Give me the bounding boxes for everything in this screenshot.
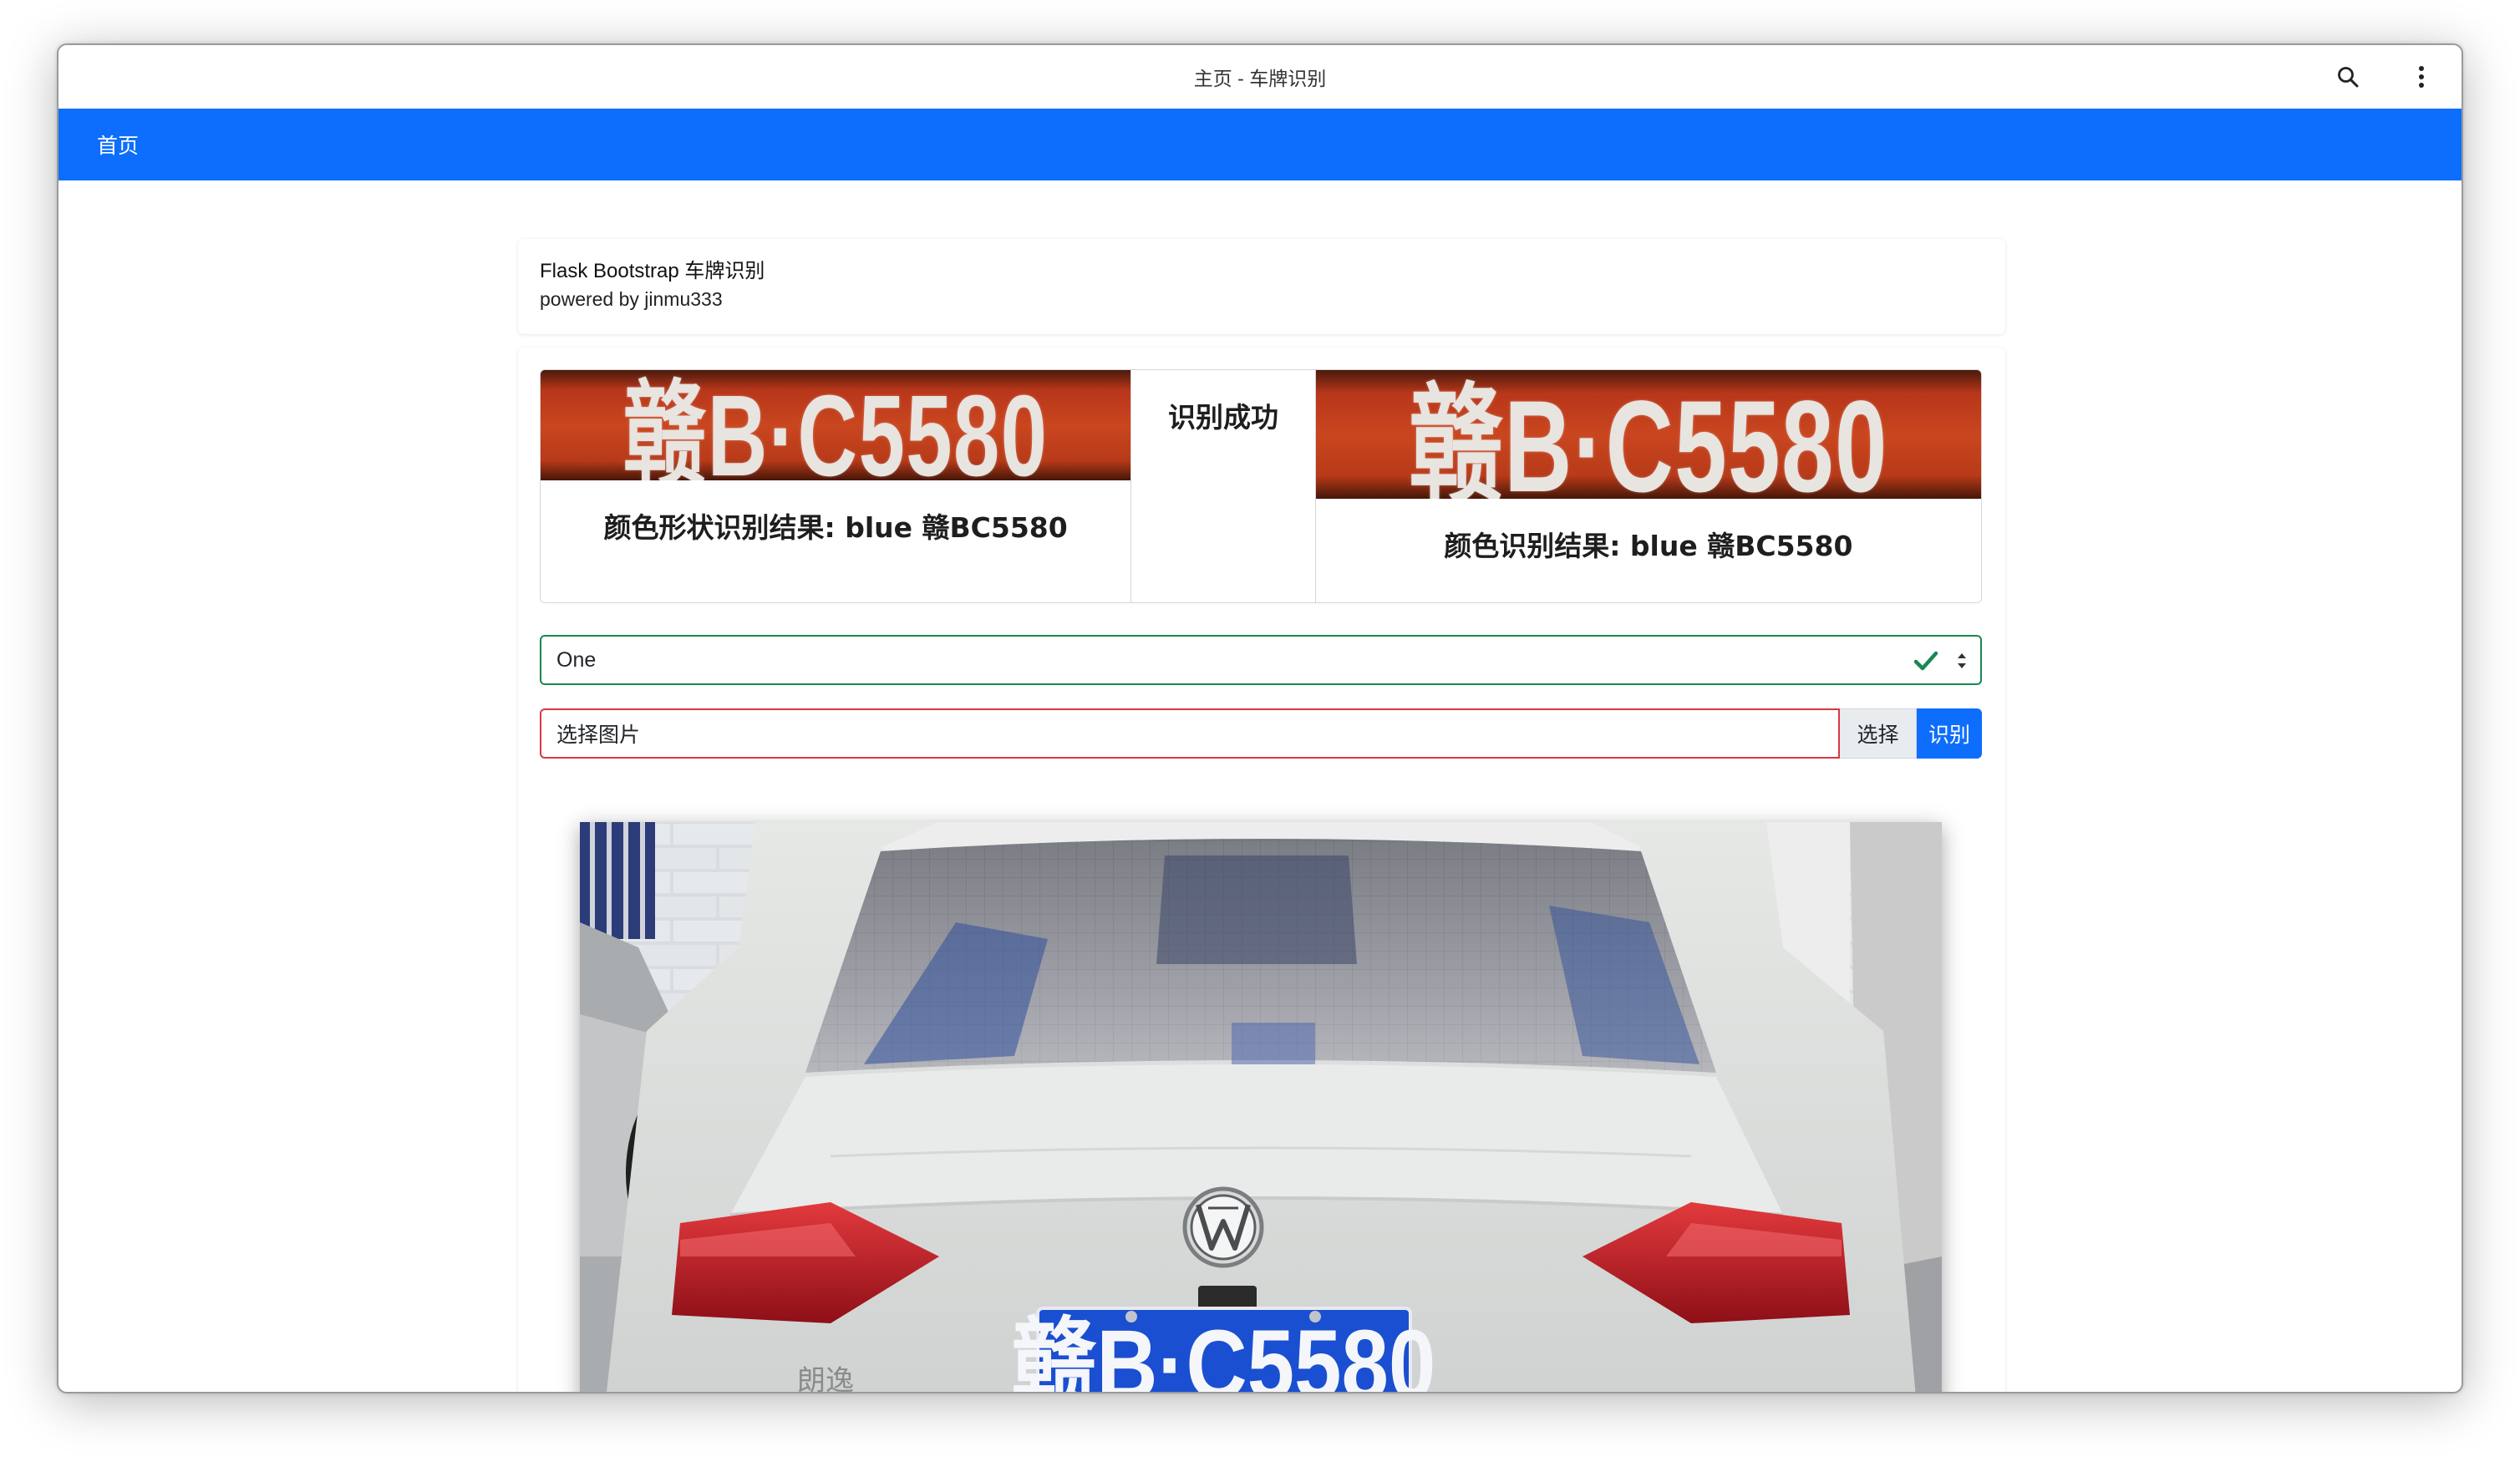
window-title: 主页 - 车牌识别 [1193,68,1327,89]
color-result-card: 赣B·C5580 颜色识别结果: blue 赣BC5580 [1315,370,1981,602]
plate-crop-image-color: 赣B·C5580 [1315,370,1981,499]
recognize-button[interactable]: 识别 [1917,708,1982,759]
search-icon[interactable] [2333,62,2363,92]
shape-result-card: 赣B·C5580 颜色形状识别结果: blue 赣BC5580 [541,370,1132,602]
status-card: 识别成功 [1131,370,1316,602]
plate-crop-image: 赣B·C5580 [541,370,1131,480]
status-label: 识别成功 [1167,401,1278,434]
car-photo: 赣B·C5580 朗逸 [580,822,1942,1393]
page-content: Flask Bootstrap 车牌识别 powered by jinmu333… [58,180,2462,1393]
mode-select[interactable]: One [540,635,1982,685]
header-card: Flask Bootstrap 车牌识别 powered by jinmu333 [518,239,2005,334]
plate-crop-text-color: 赣B·C5580 [1409,374,1888,499]
page-title: Flask Bootstrap 车牌识别 [540,260,765,282]
titlebar-actions [2333,45,2436,109]
rear-badge-text: 朗逸 [797,1364,854,1393]
results-group: 赣B·C5580 颜色形状识别结果: blue 赣BC5580 识别成功 赣B·… [540,369,1982,603]
shape-result-label: 颜色形状识别结果: blue 赣BC5580 [603,511,1068,544]
file-upload-group: 选择图片 选择 识别 [540,708,1982,759]
plate-crop-text: 赣B·C5580 [622,372,1049,480]
navbar: 首页 [58,109,2462,180]
more-vertical-icon[interactable] [2406,62,2436,92]
check-icon [1913,649,1938,678]
browser-window: 主页 - 车牌识别 首页 Flask Bootstrap 车牌识别 powere… [57,43,2463,1393]
select-arrows-icon [1955,650,1969,678]
photo-plate-text: 赣B·C5580 [1012,1310,1436,1393]
main-card: 赣B·C5580 颜色形状识别结果: blue 赣BC5580 识别成功 赣B·… [518,348,2005,1393]
title-bar: 主页 - 车牌识别 [58,45,2462,109]
vw-logo-icon [1182,1186,1264,1268]
nav-home-link[interactable]: 首页 [97,129,139,160]
choose-button[interactable]: 选择 [1840,708,1917,759]
file-input[interactable]: 选择图片 [540,708,1840,759]
color-result-label: 颜色识别结果: blue 赣BC5580 [1444,530,1853,562]
page-subtitle: powered by jinmu333 [540,288,723,310]
mode-select-value: One [556,647,597,672]
